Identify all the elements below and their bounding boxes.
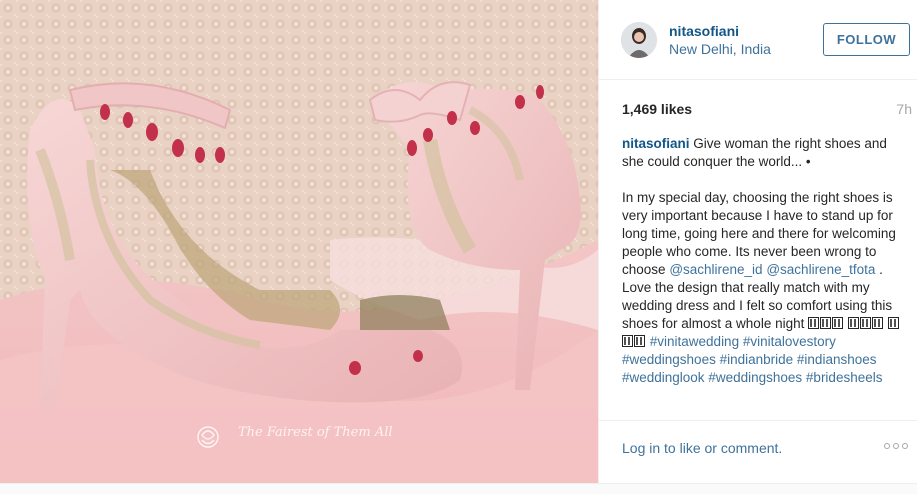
- post-photo[interactable]: The Fairest of Them All: [0, 0, 598, 483]
- avatar-image: [621, 22, 657, 58]
- post-footer: Log in to like or comment.: [599, 420, 917, 483]
- post-stats: 1,469 likes 7h: [622, 101, 912, 117]
- hashtag-link[interactable]: #weddingshoes: [708, 370, 802, 385]
- hashtag-link[interactable]: #indianshoes: [797, 352, 877, 367]
- hashtag-link[interactable]: #vinitalovestory: [743, 334, 836, 349]
- shoe-photo-illustration: [0, 0, 598, 483]
- post-card: The Fairest of Them All nitasofiani New …: [0, 0, 917, 483]
- hashtag-link[interactable]: #vinitawedding: [650, 334, 739, 349]
- mention-link-1[interactable]: @sachlirene_id: [669, 262, 762, 277]
- more-dot: [893, 443, 899, 449]
- post-sidebar: nitasofiani New Delhi, India FOLLOW 1,46…: [598, 0, 917, 483]
- post-header: nitasofiani New Delhi, India FOLLOW: [599, 0, 917, 80]
- location-link[interactable]: New Delhi, India: [669, 41, 771, 57]
- more-dot: [902, 443, 908, 449]
- profile-avatar[interactable]: [621, 22, 657, 58]
- post-caption: nitasofiani Give woman the right shoes a…: [622, 135, 900, 413]
- hashtag-link[interactable]: #weddingshoes: [622, 352, 716, 367]
- page-bottom-strip: [0, 483, 917, 494]
- likes-count[interactable]: 1,469 likes: [622, 101, 692, 117]
- login-to-comment-link[interactable]: Log in to like or comment.: [622, 440, 782, 456]
- watermark-text: The Fairest of Them All: [238, 425, 393, 440]
- caption-username-link[interactable]: nitasofiani: [622, 136, 690, 151]
- post-time[interactable]: 7h: [896, 101, 912, 117]
- more-options-icon[interactable]: [884, 443, 908, 449]
- photo-watermark: The Fairest of Them All: [238, 425, 393, 440]
- mention-link-2[interactable]: @sachlirene_tfota: [766, 262, 875, 277]
- hashtag-link[interactable]: #weddinglook: [622, 370, 705, 385]
- header-username-link[interactable]: nitasofiani: [669, 23, 739, 39]
- follow-button[interactable]: FOLLOW: [823, 23, 910, 56]
- hashtag-link[interactable]: #bridesheels: [806, 370, 883, 385]
- more-dot: [884, 443, 890, 449]
- hashtag-link[interactable]: #indianbride: [720, 352, 794, 367]
